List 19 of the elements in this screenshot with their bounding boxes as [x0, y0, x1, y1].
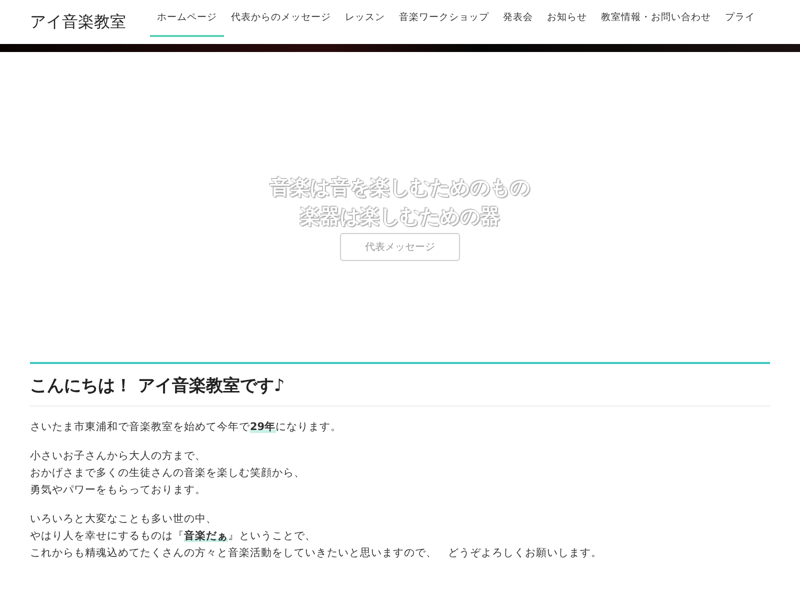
- hero-tagline: 楽器は楽しむための器: [300, 203, 500, 230]
- hero-tagline: 音楽は音を楽しむためのもの: [270, 174, 530, 201]
- nav-tab[interactable]: プライ: [718, 0, 762, 37]
- paragraph-line: おかげさまで多くの生徒さんの音楽を楽しむ笑顔から、: [30, 466, 306, 481]
- nav-tab[interactable]: 代表からのメッセージ: [224, 0, 338, 37]
- nav-tab[interactable]: レッスン: [338, 0, 392, 37]
- section-heading: こんにちは！ アイ音楽教室です♪: [30, 364, 770, 407]
- site-logo[interactable]: アイ音楽教室: [30, 12, 126, 32]
- nav-tab[interactable]: ホームページ: [150, 0, 224, 37]
- nav-tab[interactable]: お知らせ: [540, 0, 594, 37]
- nav-tab[interactable]: 音楽ワークショップ: [392, 0, 496, 37]
- paragraph-line: いろいろと大変なことも多い世の中、: [30, 512, 218, 527]
- nav-tab[interactable]: 発表会: [496, 0, 540, 37]
- paragraph-line: 小さいお子さんから大人の方まで、: [30, 449, 207, 464]
- paragraph-line: さいたま市東浦和で音楽教室を始めて今年で29年になります。: [30, 420, 343, 435]
- paragraph-line: これからも精魂込めてたくさんの方々と音楽活動をしていきたいと思いますので、 どうぞよろしくお願いします。: [30, 546, 603, 561]
- paragraph-line: やはり人を幸せにするものは『音楽だぁ』ということで、: [30, 528, 317, 544]
- paragraph-line: 勇気やパワーをもらっております。: [30, 483, 207, 498]
- nav-tab[interactable]: 教室情報・お問い合わせ: [594, 0, 718, 37]
